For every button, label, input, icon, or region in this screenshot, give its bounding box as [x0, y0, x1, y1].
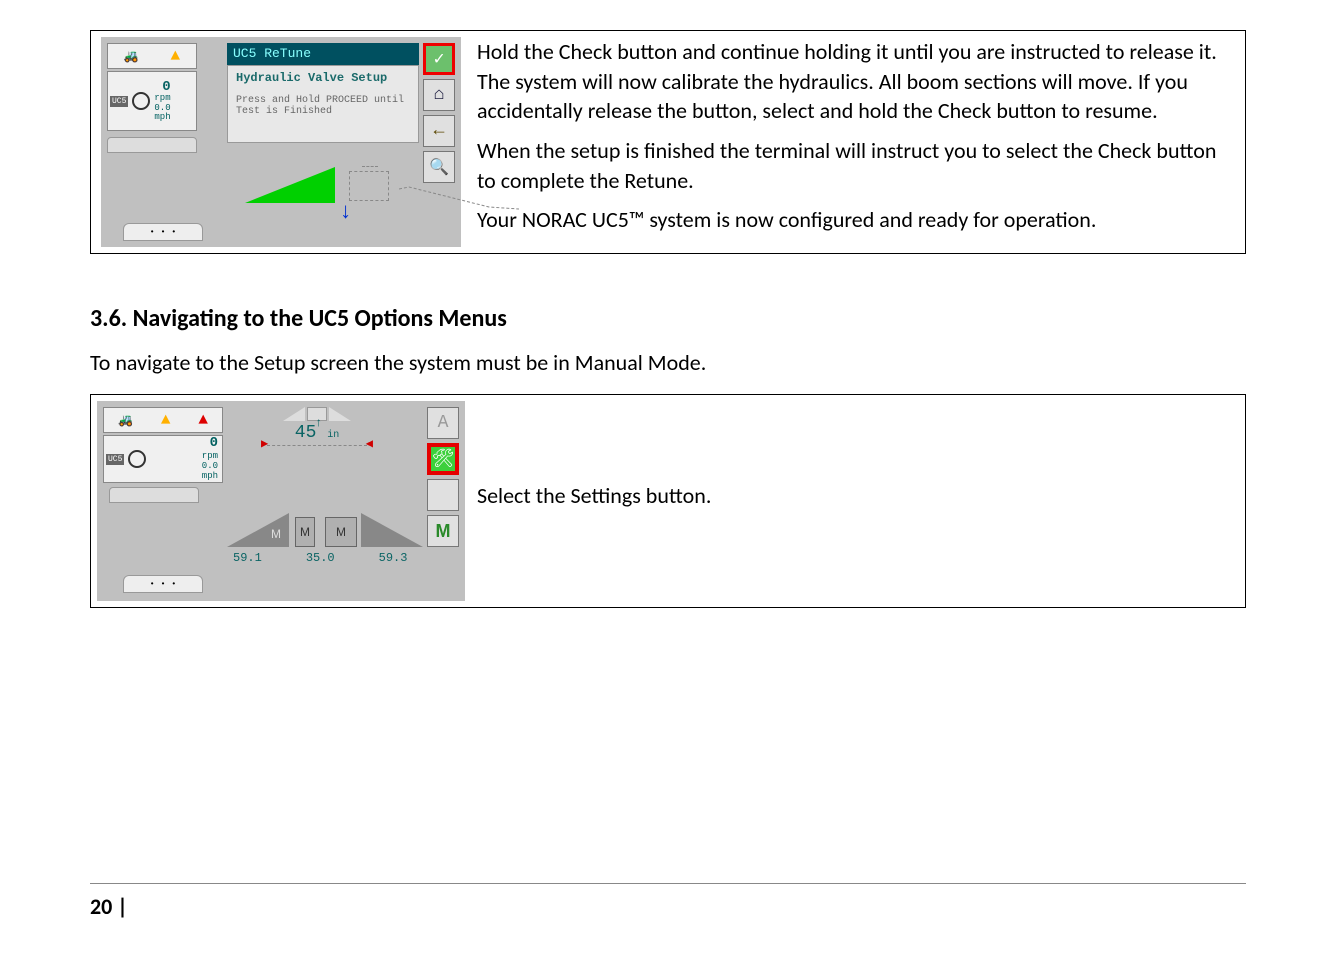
boom-right-icon	[399, 185, 519, 211]
retune-paragraph-3: Your NORAC UC5™ system is now configured…	[477, 205, 1239, 235]
tractor-icon: 🚜	[118, 413, 133, 428]
retune-paragraph-2: When the setup is finished the terminal …	[477, 136, 1239, 195]
tractor-icon: 🚜	[124, 49, 139, 64]
speed-unit: mph	[202, 472, 218, 482]
section-intro: To navigate to the Setup screen the syst…	[90, 349, 1246, 376]
uc5-main-screenshot: 🚜 ▲ ▲ UC5 0 rpm 0.0 mph •••	[97, 401, 465, 601]
dialog-panel: Hydraulic Valve Setup Press and Hold PRO…	[227, 65, 419, 143]
ucs-badge: UC5	[110, 96, 128, 107]
home-button[interactable]: ⌂	[423, 79, 455, 111]
height-range-line: ↑ ▶ ◀	[267, 445, 367, 446]
uc5-retune-screenshot: 🚜 ▲ UC5 0 rpm 0.0 mph ••• UC5 ReTune	[101, 37, 461, 247]
warning-icon: ▲	[171, 47, 181, 65]
readout-bar: UC5 0 rpm 0.0 mph	[103, 435, 223, 483]
retune-paragraph-1: Hold the Check button and continue holdi…	[477, 37, 1239, 126]
boom-left-green-icon	[245, 167, 335, 203]
check-button[interactable]: ✓	[423, 43, 455, 75]
dialog-title: UC5 ReTune	[227, 43, 419, 65]
down-arrow-icon: ↓	[339, 200, 352, 225]
rpm-value: 0	[210, 435, 218, 451]
instruction-text-retune: Hold the Check button and continue holdi…	[471, 31, 1245, 253]
tank-indicator	[107, 133, 227, 153]
section-heading: 3.6. Navigating to the UC5 Options Menus	[90, 304, 1246, 333]
status-bar: 🚜 ▲ ▲	[103, 407, 223, 433]
spacer-button	[427, 479, 459, 511]
boom-left-value: 59.1	[233, 551, 262, 565]
height-number: 45	[295, 423, 317, 443]
footer-rule	[90, 883, 1246, 884]
boom-left-mode: M	[271, 527, 281, 541]
mode-button[interactable]: M	[427, 515, 459, 547]
boom-right-icon	[361, 513, 423, 547]
speed-readout: 0 rpm 0.0 mph	[202, 436, 218, 481]
zoom-button[interactable]: 🔍	[423, 151, 455, 183]
back-button[interactable]: ←	[423, 115, 455, 147]
gauge-icon	[132, 92, 150, 110]
instruction-text-settings: Select the Settings button.	[471, 395, 1245, 607]
speed-unit: mph	[154, 113, 170, 122]
up-arrow-icon: ↑	[315, 416, 322, 430]
boom-right-mode: M	[325, 517, 357, 547]
tank-shape-icon	[107, 137, 197, 153]
rpm-value: 0	[162, 79, 170, 95]
readout-bar: UC5 0 rpm 0.0 mph	[107, 71, 197, 131]
right-button-column: A 🛠 M	[427, 407, 459, 547]
speed-readout: 0 rpm 0.0 mph	[154, 80, 170, 123]
left-arrow-icon: ◀	[366, 436, 373, 451]
status-bar: 🚜 ▲	[107, 43, 197, 69]
height-unit: in	[327, 430, 339, 441]
instruction-row-retune: 🚜 ▲ UC5 0 rpm 0.0 mph ••• UC5 ReTune	[90, 30, 1246, 254]
warning-icon-yellow: ▲	[161, 411, 171, 429]
warning-icon-red: ▲	[198, 411, 208, 429]
screenshot-cell-settings: 🚜 ▲ ▲ UC5 0 rpm 0.0 mph •••	[91, 395, 471, 607]
floor-indicator: •••	[123, 223, 203, 241]
boom-right-mini-icon	[329, 407, 351, 421]
boom-mode-row: M M M	[227, 497, 423, 547]
tank-indicator	[109, 487, 219, 507]
floor-indicator: •••	[123, 575, 203, 593]
gauge-icon	[128, 450, 146, 468]
page-number: 20 |	[90, 893, 128, 920]
right-button-column: ✓ ⌂ ← 🔍	[423, 43, 455, 183]
boom-center-icon	[349, 171, 389, 201]
height-readout: 45 in ↑ ▶ ◀	[267, 407, 367, 446]
boom-center-value: 35.0	[306, 551, 335, 565]
settings-button[interactable]: 🛠	[427, 443, 459, 475]
boom-left-mini-icon	[283, 407, 305, 421]
settings-instruction: Select the Settings button.	[477, 481, 711, 511]
ucs-badge: UC5	[106, 454, 124, 465]
auto-button[interactable]: A	[427, 407, 459, 439]
boom-right-value: 59.3	[379, 551, 408, 565]
instruction-row-settings: 🚜 ▲ ▲ UC5 0 rpm 0.0 mph •••	[90, 394, 1246, 608]
dialog-subtext: Press and Hold PROCEED until Test is Fin…	[236, 95, 410, 117]
dialog-heading: Hydraulic Valve Setup	[236, 71, 410, 85]
boom-visualization: ↓	[227, 155, 419, 225]
boom-height-values: 59.1 35.0 59.3	[233, 551, 423, 565]
boom-center-mode: M	[295, 517, 315, 547]
screenshot-cell-retune: 🚜 ▲ UC5 0 rpm 0.0 mph ••• UC5 ReTune	[91, 31, 471, 253]
right-arrow-icon: ▶	[261, 436, 268, 451]
tank-shape-icon	[109, 487, 199, 503]
